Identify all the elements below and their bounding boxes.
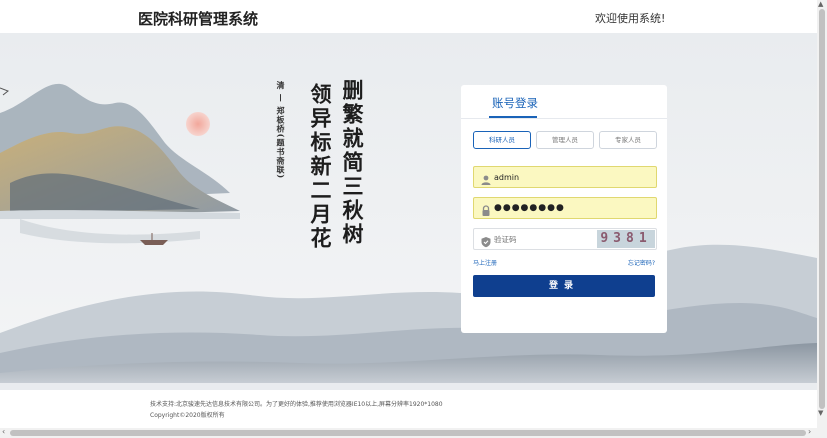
register-link[interactable]: 马上注册 xyxy=(473,258,497,267)
tab-account-login[interactable]: 账号登录 xyxy=(492,95,538,111)
vertical-scroll-thumb[interactable] xyxy=(819,9,825,409)
role-researcher-button[interactable]: 科研人员 xyxy=(473,131,531,149)
role-selector: 科研人员 管理人员 专家人员 xyxy=(473,131,657,149)
login-links: 马上注册 忘记密码? xyxy=(473,258,655,268)
welcome-text: 欢迎使用系统! xyxy=(595,12,666,25)
scroll-left-arrow-icon[interactable]: ‹ xyxy=(2,427,5,436)
username-input[interactable] xyxy=(494,169,644,185)
poem-line-2: 领异标新二月花 xyxy=(308,83,333,251)
captcha-input[interactable] xyxy=(494,231,584,247)
top-header: 医院科研管理系统 欢迎使用系统! xyxy=(0,0,817,33)
page-footer: 技术支持:北京骏速先达信息技术有限公司。为了更好的体验,推荐使用浏览器IE10以… xyxy=(0,390,817,428)
password-input[interactable] xyxy=(494,200,644,216)
forgot-password-link[interactable]: 忘记密码? xyxy=(628,258,655,267)
footer-copyright: Copyright©2020版权所有 xyxy=(150,412,225,419)
shield-icon xyxy=(480,233,492,248)
horizontal-scroll-thumb[interactable] xyxy=(10,430,806,436)
username-field xyxy=(473,166,657,188)
poem-line-1: 删繁就简三秋树 xyxy=(340,79,365,247)
horizontal-scrollbar[interactable]: ‹ › xyxy=(0,427,827,438)
poem-signature: 清 — 郑板桥(题书斋联) xyxy=(276,81,286,180)
ink-landscape-illustration xyxy=(0,33,817,390)
login-button[interactable]: 登录 xyxy=(473,275,655,297)
user-icon xyxy=(480,171,492,185)
scroll-right-arrow-icon[interactable]: › xyxy=(808,427,811,436)
system-logo-title: 医院科研管理系统 xyxy=(138,10,259,28)
scroll-down-arrow-icon[interactable]: ▼ xyxy=(818,409,823,417)
vertical-scrollbar[interactable]: ▲ ▼ xyxy=(817,0,827,428)
role-expert-button[interactable]: 专家人员 xyxy=(599,131,657,149)
footer-support-text: 技术支持:北京骏速先达信息技术有限公司。为了更好的体验,推荐使用浏览器IE10以… xyxy=(150,401,443,408)
lock-icon xyxy=(480,202,492,216)
card-divider xyxy=(461,118,667,119)
scroll-up-arrow-icon[interactable]: ▲ xyxy=(818,0,823,8)
hero-background: 删繁就简三秋树 领异标新二月花 清 — 郑板桥(题书斋联) xyxy=(0,33,817,390)
login-card: 账号登录 科研人员 管理人员 专家人员 9381 马上注册 忘记密码? 登录 xyxy=(461,85,667,333)
role-admin-button[interactable]: 管理人员 xyxy=(536,131,594,149)
captcha-field: 9381 xyxy=(473,228,657,250)
captcha-image[interactable]: 9381 xyxy=(597,230,655,248)
password-field xyxy=(473,197,657,219)
